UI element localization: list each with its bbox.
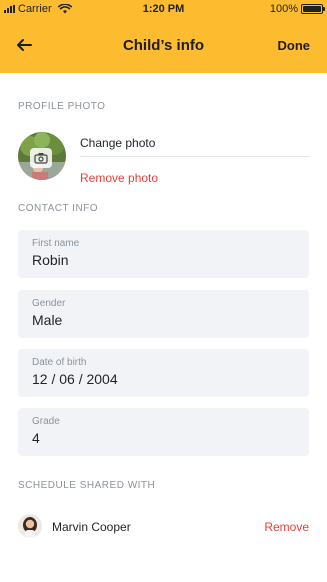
camera-icon[interactable] xyxy=(30,148,52,168)
field-value: 12 / 06 / 2004 xyxy=(32,371,118,387)
status-right: 100% xyxy=(269,3,325,15)
change-photo-button[interactable]: Change photo xyxy=(80,136,155,150)
camera-glyph xyxy=(34,153,48,164)
arrow-left-icon[interactable] xyxy=(14,35,34,55)
field-label: Grade xyxy=(32,416,60,427)
field-label: Date of birth xyxy=(32,357,87,368)
field-label: First name xyxy=(32,238,80,249)
done-button[interactable]: Done xyxy=(278,38,311,53)
avatar xyxy=(18,514,42,538)
field-value: Male xyxy=(32,312,63,328)
header-bar: Carrier 1:20 PM 100% Child’s info Done xyxy=(0,0,327,73)
first-name-field[interactable]: First name Robin xyxy=(18,230,309,278)
field-value: Robin xyxy=(32,252,69,268)
status-bar: Carrier 1:20 PM 100% xyxy=(0,0,327,17)
shared-person-name: Marvin Cooper xyxy=(52,520,131,534)
section-label-schedule-shared: SCHEDULE SHARED WITH xyxy=(18,480,156,491)
field-value: 4 xyxy=(32,430,40,446)
remove-photo-button[interactable]: Remove photo xyxy=(80,171,158,185)
section-label-contact-info: CONTACT INFO xyxy=(18,203,99,214)
battery-fill xyxy=(303,6,321,12)
nav-bar: Child’s info Done xyxy=(0,17,327,73)
battery-percent: 100% xyxy=(269,3,298,15)
marvin-cooper-photo xyxy=(18,514,42,538)
grade-field[interactable]: Grade 4 xyxy=(18,408,309,456)
divider xyxy=(80,156,310,157)
gender-field[interactable]: Gender Male xyxy=(18,290,309,338)
battery-icon xyxy=(301,4,325,14)
section-label-profile-photo: PROFILE PHOTO xyxy=(18,101,106,112)
field-label: Gender xyxy=(32,298,66,309)
remove-shared-person-button[interactable]: Remove xyxy=(264,520,309,534)
date-of-birth-field[interactable]: Date of birth 12 / 06 / 2004 xyxy=(18,349,309,397)
